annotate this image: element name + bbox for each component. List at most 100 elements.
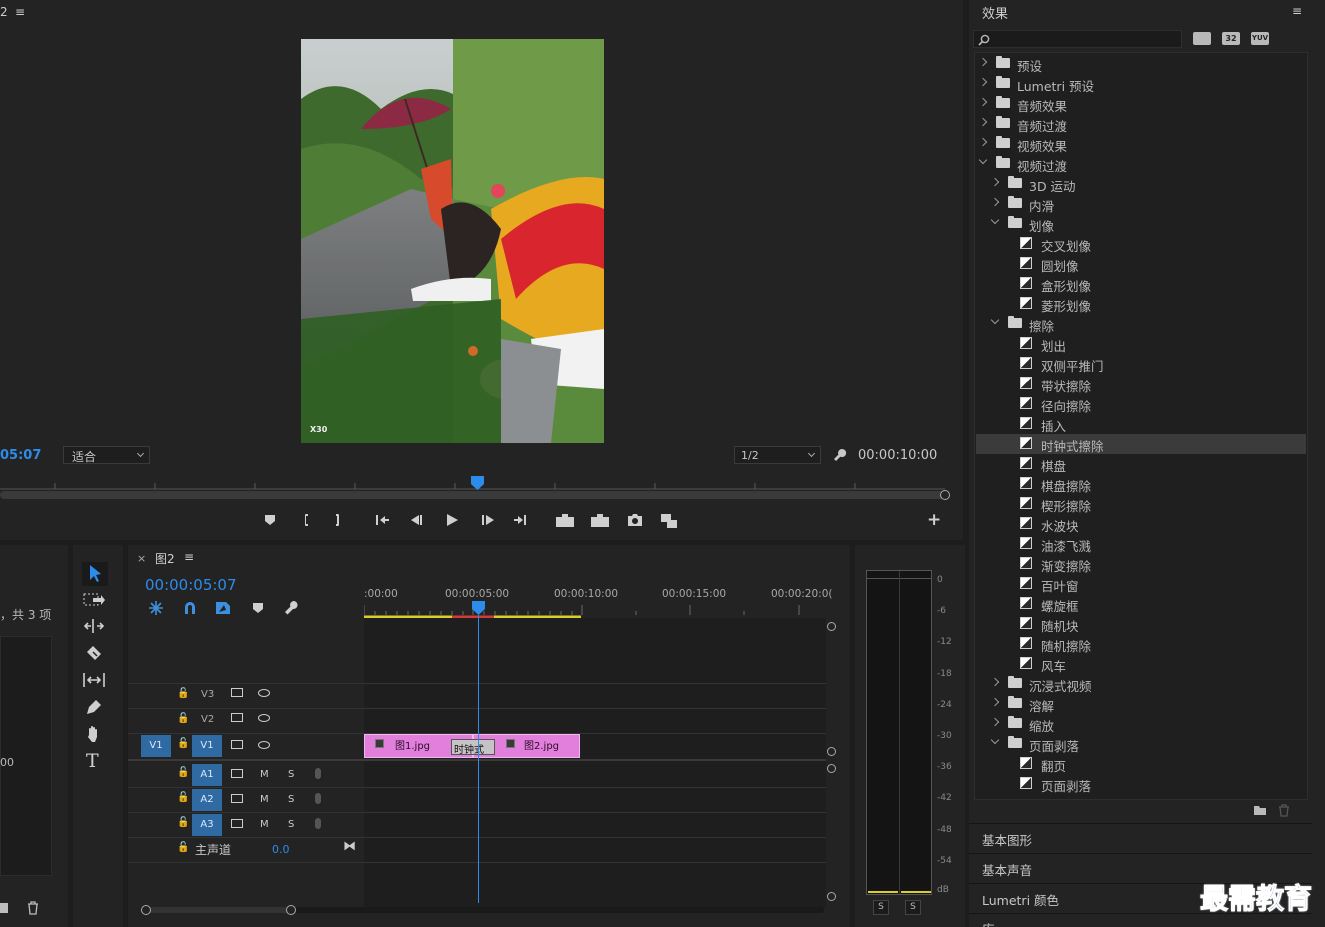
panel-menu-icon[interactable]: ≡ (15, 5, 25, 19)
lock-icon[interactable]: 🔓 (177, 817, 189, 828)
new-bin-icon[interactable] (1253, 804, 1267, 816)
effects-tree-item[interactable]: 带状擦除 (976, 374, 1306, 394)
chevron-right-icon[interactable] (990, 677, 1000, 687)
lock-icon[interactable]: 🔓 (177, 842, 189, 853)
eye-icon[interactable] (258, 741, 270, 749)
mute-button[interactable]: M (260, 819, 269, 830)
chevron-right-icon[interactable] (978, 57, 988, 67)
scroll-handle[interactable] (827, 747, 836, 756)
linked-selection-icon[interactable] (215, 600, 231, 616)
program-tab-fragment[interactable]: 2 (0, 5, 8, 19)
nest-icon[interactable] (148, 600, 164, 616)
hand-tool-icon[interactable] (85, 725, 103, 743)
chevron-right-icon[interactable] (978, 117, 988, 127)
effects-tree-item[interactable]: 螺旋框 (976, 594, 1306, 614)
fit-dropdown[interactable]: 适合 (63, 446, 150, 464)
effects-tree-item[interactable]: 楔形擦除 (976, 494, 1306, 514)
mute-button[interactable]: M (260, 769, 269, 780)
wrench-icon[interactable] (284, 600, 300, 616)
chevron-down-icon[interactable] (990, 315, 1000, 325)
effects-tree-item[interactable]: 油漆飞溅 (976, 534, 1306, 554)
effects-search[interactable] (973, 30, 1182, 48)
zoom-scrollbar[interactable] (0, 491, 945, 499)
track-header-a1[interactable]: 🔓 A1 M S (128, 763, 364, 787)
yuv-effects-icon[interactable]: YUV (1251, 32, 1269, 45)
effects-tree-item[interactable]: 视频过渡 (976, 154, 1306, 174)
chevron-down-icon[interactable] (990, 215, 1000, 225)
go-to-start-icon[interactable]: ⧓ (343, 839, 356, 854)
chevron-right-icon[interactable] (990, 177, 1000, 187)
track-header-v3[interactable]: 🔓 V3 (128, 684, 364, 708)
effects-tree-item[interactable]: 插入 (976, 414, 1306, 434)
effects-tree-item[interactable]: 棋盘 (976, 454, 1306, 474)
chevron-down-icon[interactable] (978, 155, 988, 165)
type-tool-icon[interactable]: T (86, 750, 99, 772)
chevron-right-icon[interactable] (990, 717, 1000, 727)
wrench-icon[interactable] (833, 448, 847, 462)
effects-tree-item[interactable]: 百叶窗 (976, 574, 1306, 594)
effects-tree-item[interactable]: 交叉划像 (976, 234, 1306, 254)
timeline-ruler[interactable]: :00:00 00:00:05:00 00:00:10:00 00:00:15:… (364, 587, 832, 619)
effects-tree-item[interactable]: 径向擦除 (976, 394, 1306, 414)
effects-tree-item[interactable]: 擦除 (976, 314, 1306, 334)
chevron-down-icon[interactable] (990, 735, 1000, 745)
scroll-handle[interactable] (827, 892, 836, 901)
chevron-right-icon[interactable] (978, 97, 988, 107)
eye-icon[interactable] (258, 714, 270, 722)
effects-tree-item[interactable]: 音频过渡 (976, 114, 1306, 134)
zoom-handle-right[interactable] (286, 905, 296, 915)
timeline-zoom-bar[interactable] (144, 907, 292, 913)
track-area[interactable] (364, 618, 826, 908)
solo-left-button[interactable]: S (873, 900, 889, 915)
source-patch-v1[interactable]: V1 (141, 735, 171, 757)
sync-lock-icon[interactable] (231, 688, 243, 697)
trash-icon[interactable] (27, 901, 39, 915)
track-header-v2[interactable]: 🔓 V2 (128, 709, 364, 733)
lock-icon[interactable]: 🔓 (177, 767, 189, 778)
microphone-icon[interactable] (315, 818, 321, 829)
add-marker-icon[interactable] (252, 602, 264, 614)
effects-tree-item[interactable]: Lumetri 预设 (976, 74, 1306, 94)
effects-tree-item[interactable]: 预设 (976, 54, 1306, 74)
solo-button[interactable]: S (288, 819, 294, 830)
effects-tree-item[interactable]: 页面剥落 (976, 774, 1306, 794)
timeline-playhead[interactable] (472, 601, 485, 615)
lock-icon[interactable]: 🔓 (177, 792, 189, 803)
scroll-handle[interactable] (827, 622, 836, 631)
solo-button[interactable]: S (288, 794, 294, 805)
accelerated-effects-icon[interactable] (1193, 32, 1211, 45)
track-header-master[interactable]: 🔓 主声道 0.0 ⧓ (128, 838, 364, 862)
effects-tree-item[interactable]: 风车 (976, 654, 1306, 674)
mute-button[interactable]: M (260, 794, 269, 805)
new-bin-icon[interactable] (0, 903, 8, 913)
panel-menu-icon[interactable]: ≡ (184, 550, 194, 564)
effects-tree-item[interactable]: 页面剥落 (976, 734, 1306, 754)
effects-tree-item[interactable]: 盒形划像 (976, 274, 1306, 294)
effects-tree-item[interactable]: 棋盘擦除 (976, 474, 1306, 494)
effects-tree-item[interactable]: 翻页 (976, 754, 1306, 774)
lock-icon[interactable]: 🔓 (177, 688, 189, 699)
microphone-icon[interactable] (315, 768, 321, 779)
eye-icon[interactable] (258, 689, 270, 697)
effects-tree-item[interactable]: 圆划像 (976, 254, 1306, 274)
effects-tree-item[interactable]: 缩放 (976, 714, 1306, 734)
lock-icon[interactable]: 🔓 (177, 713, 189, 724)
selection-tool-icon[interactable] (82, 562, 108, 586)
panel-menu-icon[interactable]: ≡ (1292, 4, 1302, 18)
effects-search-input[interactable] (994, 31, 1179, 47)
track-target-a3[interactable]: A3 (192, 814, 222, 836)
track-select-tool-icon[interactable] (83, 592, 105, 608)
effects-tree-item[interactable]: 内滑 (976, 194, 1306, 214)
effects-tree-item[interactable]: 3D 运动 (976, 174, 1306, 194)
microphone-icon[interactable] (315, 793, 321, 804)
effects-tree-item[interactable]: 视频效果 (976, 134, 1306, 154)
chevron-right-icon[interactable] (990, 697, 1000, 707)
slip-tool-icon[interactable] (83, 672, 105, 688)
pen-tool-icon[interactable] (85, 698, 103, 716)
chevron-right-icon[interactable] (978, 137, 988, 147)
track-target-a2[interactable]: A2 (192, 789, 222, 811)
sync-lock-icon[interactable] (231, 819, 243, 828)
effects-tree-item[interactable]: 水波块 (976, 514, 1306, 534)
sync-lock-icon[interactable] (231, 740, 243, 749)
scroll-handle[interactable] (827, 764, 836, 773)
